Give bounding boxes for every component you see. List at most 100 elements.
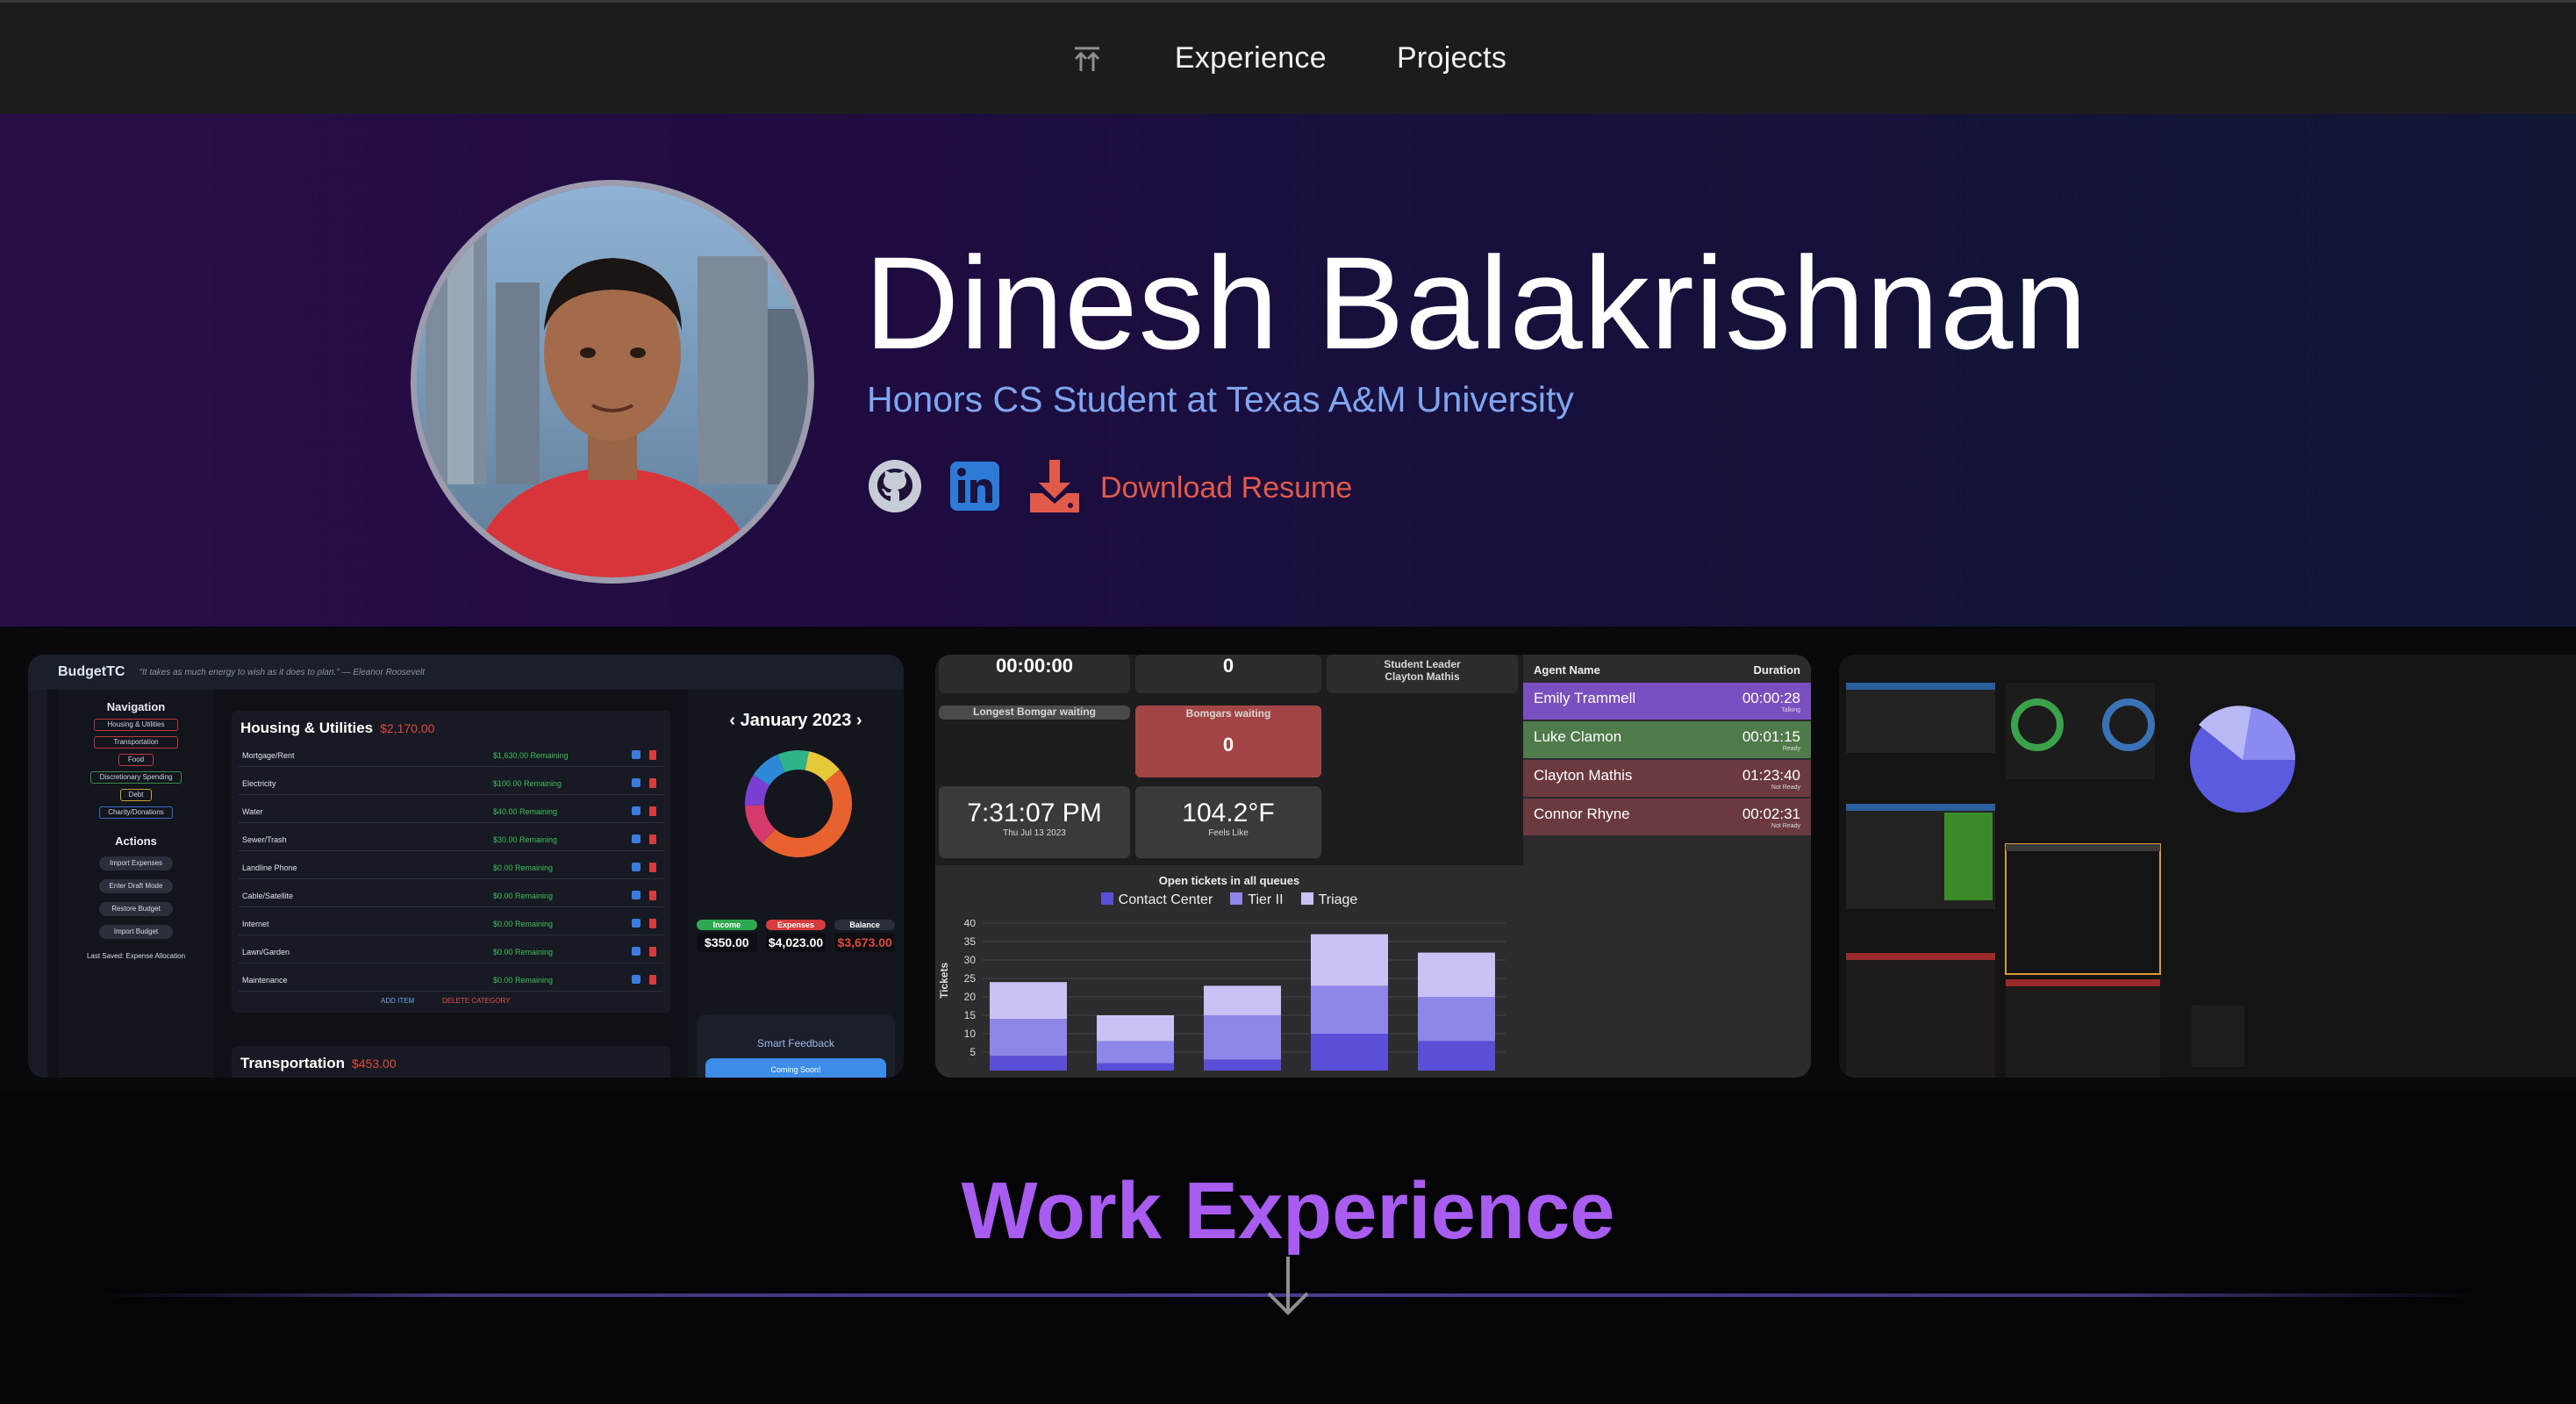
agent-name: Luke Clamon (1534, 728, 1622, 745)
budget-month: ‹ January 2023 › (729, 711, 862, 730)
budget-row: Maintenance $0.00 Remaining (239, 971, 663, 992)
budget-last-saved: Last Saved: Expense Allocation (86, 952, 186, 960)
section-title-work-experience: Work Experience (961, 1166, 1615, 1256)
ticket-bar-segment (1311, 1034, 1388, 1071)
agent-row: Luke Clamon 00:01:15 Ready (1523, 721, 1811, 758)
top-navigation: Experience Projects (0, 0, 2576, 114)
budget-logo: BudgetTC (58, 664, 125, 679)
budget-action-button: Import Budget (99, 925, 173, 939)
y-tick-label: 30 (964, 954, 977, 966)
ticket-bar-segment (1097, 1063, 1174, 1071)
budget-main: Housing & Utilities $2,170.00 Mortgage/Re… (223, 690, 679, 1078)
budget-kpi-balance: Balance $3,673.00 (834, 920, 896, 952)
agent-duration: 01:23:40 (1742, 767, 1800, 784)
budget-quote: "It takes as much energy to wish as it d… (139, 667, 426, 677)
budget-sidebar-rail (28, 690, 47, 1078)
spreadsheet-preview (1839, 655, 2576, 1078)
agent-status: Not Ready (1771, 823, 1800, 829)
ticket-bar-segment (1418, 1041, 1495, 1071)
budget-row: Sewer/Trash $30.00 Remaining (239, 830, 663, 851)
hero-section: Dinesh Balakrishnan Honors CS Student at… (0, 114, 2576, 627)
budget-row: Water $40.00 Remaining (239, 802, 663, 823)
budget-donut-chart (745, 750, 852, 857)
agent-duration: 00:02:31 (1742, 806, 1800, 822)
chevron-down-icon[interactable] (1263, 1257, 1313, 1322)
ticket-bar-segment (1204, 1015, 1281, 1060)
dash-leader-tile: Student Leader Clayton Mathis (1327, 655, 1518, 693)
project-screenshots: BudgetTC "It takes as much energy to wis… (0, 627, 2576, 1092)
budget-delete-category: DELETE CATEGORY (442, 997, 511, 1005)
budget-nav-item: Debt (120, 789, 152, 801)
download-icon (1027, 458, 1083, 519)
agent-table-header: Agent Name Duration (1534, 663, 1800, 677)
budget-spreadsheet-screenshot[interactable] (1839, 655, 2576, 1078)
linkedin-icon[interactable] (949, 461, 1000, 516)
budget-row: Electricity $100.00 Remaining (239, 774, 663, 795)
ticket-bar-segment (990, 1019, 1067, 1057)
budget-category-transportation: Transportation $453.00 (232, 1046, 670, 1078)
budget-kpi-income: Income $350.00 (697, 920, 757, 952)
ticket-bar-segment (990, 982, 1067, 1020)
budget-kpis: Income $350.00 Expenses $4,023.00 Balance $… (697, 920, 896, 952)
dash-weather-tile: 104.2°F Feels Like (1135, 786, 1321, 858)
nav-link-projects[interactable]: Projects (1397, 41, 1506, 75)
budget-category-housing: Housing & Utilities $2,170.00 Mortgage/Re… (232, 711, 670, 1013)
support-dashboard-screenshot[interactable]: 00:00:00 0 Student Leader Clayton Mathis… (935, 655, 1811, 1078)
y-tick-label: 15 (964, 1009, 977, 1021)
legend-contact-center: Contact Center (1100, 892, 1213, 908)
agent-duration: 00:00:28 (1742, 690, 1800, 706)
y-tick-label: 10 (964, 1028, 977, 1040)
dash-longest-waiting: Longest Bomgar waiting (939, 706, 1130, 720)
nav-link-experience[interactable]: Experience (1175, 41, 1327, 75)
budget-smart-feedback: Smart Feedback Coming Soon! (697, 1014, 895, 1078)
agent-row: Clayton Mathis 01:23:40 Not Ready (1523, 760, 1811, 797)
budget-row: Lawn/Garden $0.00 Remaining (239, 942, 663, 963)
y-tick-label: 40 (964, 920, 977, 929)
budget-action-button: Import Expenses (99, 856, 173, 870)
dash-clock-tile: 7:31:07 PM Thu Jul 13 2023 (939, 786, 1130, 858)
y-axis-label: Tickets (938, 963, 950, 999)
dash-bomgars-tile: Bomgars waiting 0 (1135, 706, 1321, 777)
agent-row: Emily Trammell 00:00:28 Talking (1523, 683, 1811, 720)
budget-nav-item: Charity/Donations (99, 806, 173, 819)
tickets-chart-legend: Contact Center Tier II Triage (935, 892, 1523, 908)
budget-summary-panel: ‹ January 2023 › Income $350.00 Expenses $… (688, 690, 904, 1078)
agent-duration: 00:01:15 (1742, 728, 1800, 745)
agent-status: Not Ready (1771, 784, 1800, 791)
y-tick-label: 35 (964, 935, 977, 948)
agent-status: Ready (1782, 746, 1800, 752)
dash-count-tile: 0 (1135, 655, 1321, 693)
budget-kpi-expenses: Expenses $4,023.00 (765, 920, 826, 952)
y-tick-label: 25 (964, 972, 977, 985)
github-icon[interactable] (867, 458, 923, 519)
scroll-to-top-icon[interactable] (1070, 41, 1105, 76)
budget-app-screenshot[interactable]: BudgetTC "It takes as much energy to wis… (28, 655, 904, 1078)
budget-nav-item: Transportation (94, 736, 178, 749)
ticket-bar-segment (1311, 985, 1388, 1034)
ticket-bar-segment (990, 1056, 1067, 1071)
hero-links: Download Resume (867, 458, 1352, 519)
agent-status-panel: Agent Name Duration Emily Trammell 00:00:2… (1523, 655, 1811, 1078)
budget-nav-title: Navigation (106, 700, 166, 713)
agent-row: Connor Rhyne 00:02:31 Not Ready (1523, 799, 1811, 835)
budget-add-item: ADD ITEM (381, 997, 415, 1005)
profile-photo (411, 180, 814, 584)
ticket-bar-segment (1204, 985, 1281, 1015)
budget-action-button: Enter Draft Mode (99, 879, 173, 893)
budget-row: Mortgage/Rent $1,630.00 Remaining (239, 746, 663, 767)
y-tick-label: 5 (970, 1046, 976, 1058)
tickets-chart: Open tickets in all queues Contact Cente… (935, 865, 1523, 1078)
download-resume-button[interactable]: Download Resume (1027, 458, 1352, 519)
ticket-bar-segment (1204, 1059, 1281, 1071)
agent-status: Talking (1781, 707, 1800, 713)
legend-tier-ii: Tier II (1230, 892, 1284, 908)
legend-triage: Triage (1300, 892, 1357, 908)
agent-name: Connor Rhyne (1534, 806, 1630, 822)
dash-timer-tile: 00:00:00 (939, 655, 1130, 693)
budget-nav-item: Food (118, 754, 154, 766)
budget-row: Internet $0.00 Remaining (239, 914, 663, 935)
ticket-bar-segment (1097, 1041, 1174, 1064)
agent-name: Emily Trammell (1534, 690, 1636, 706)
ticket-bar-segment (1097, 1015, 1174, 1042)
budget-nav-item: Discretionary Spending (90, 771, 182, 784)
